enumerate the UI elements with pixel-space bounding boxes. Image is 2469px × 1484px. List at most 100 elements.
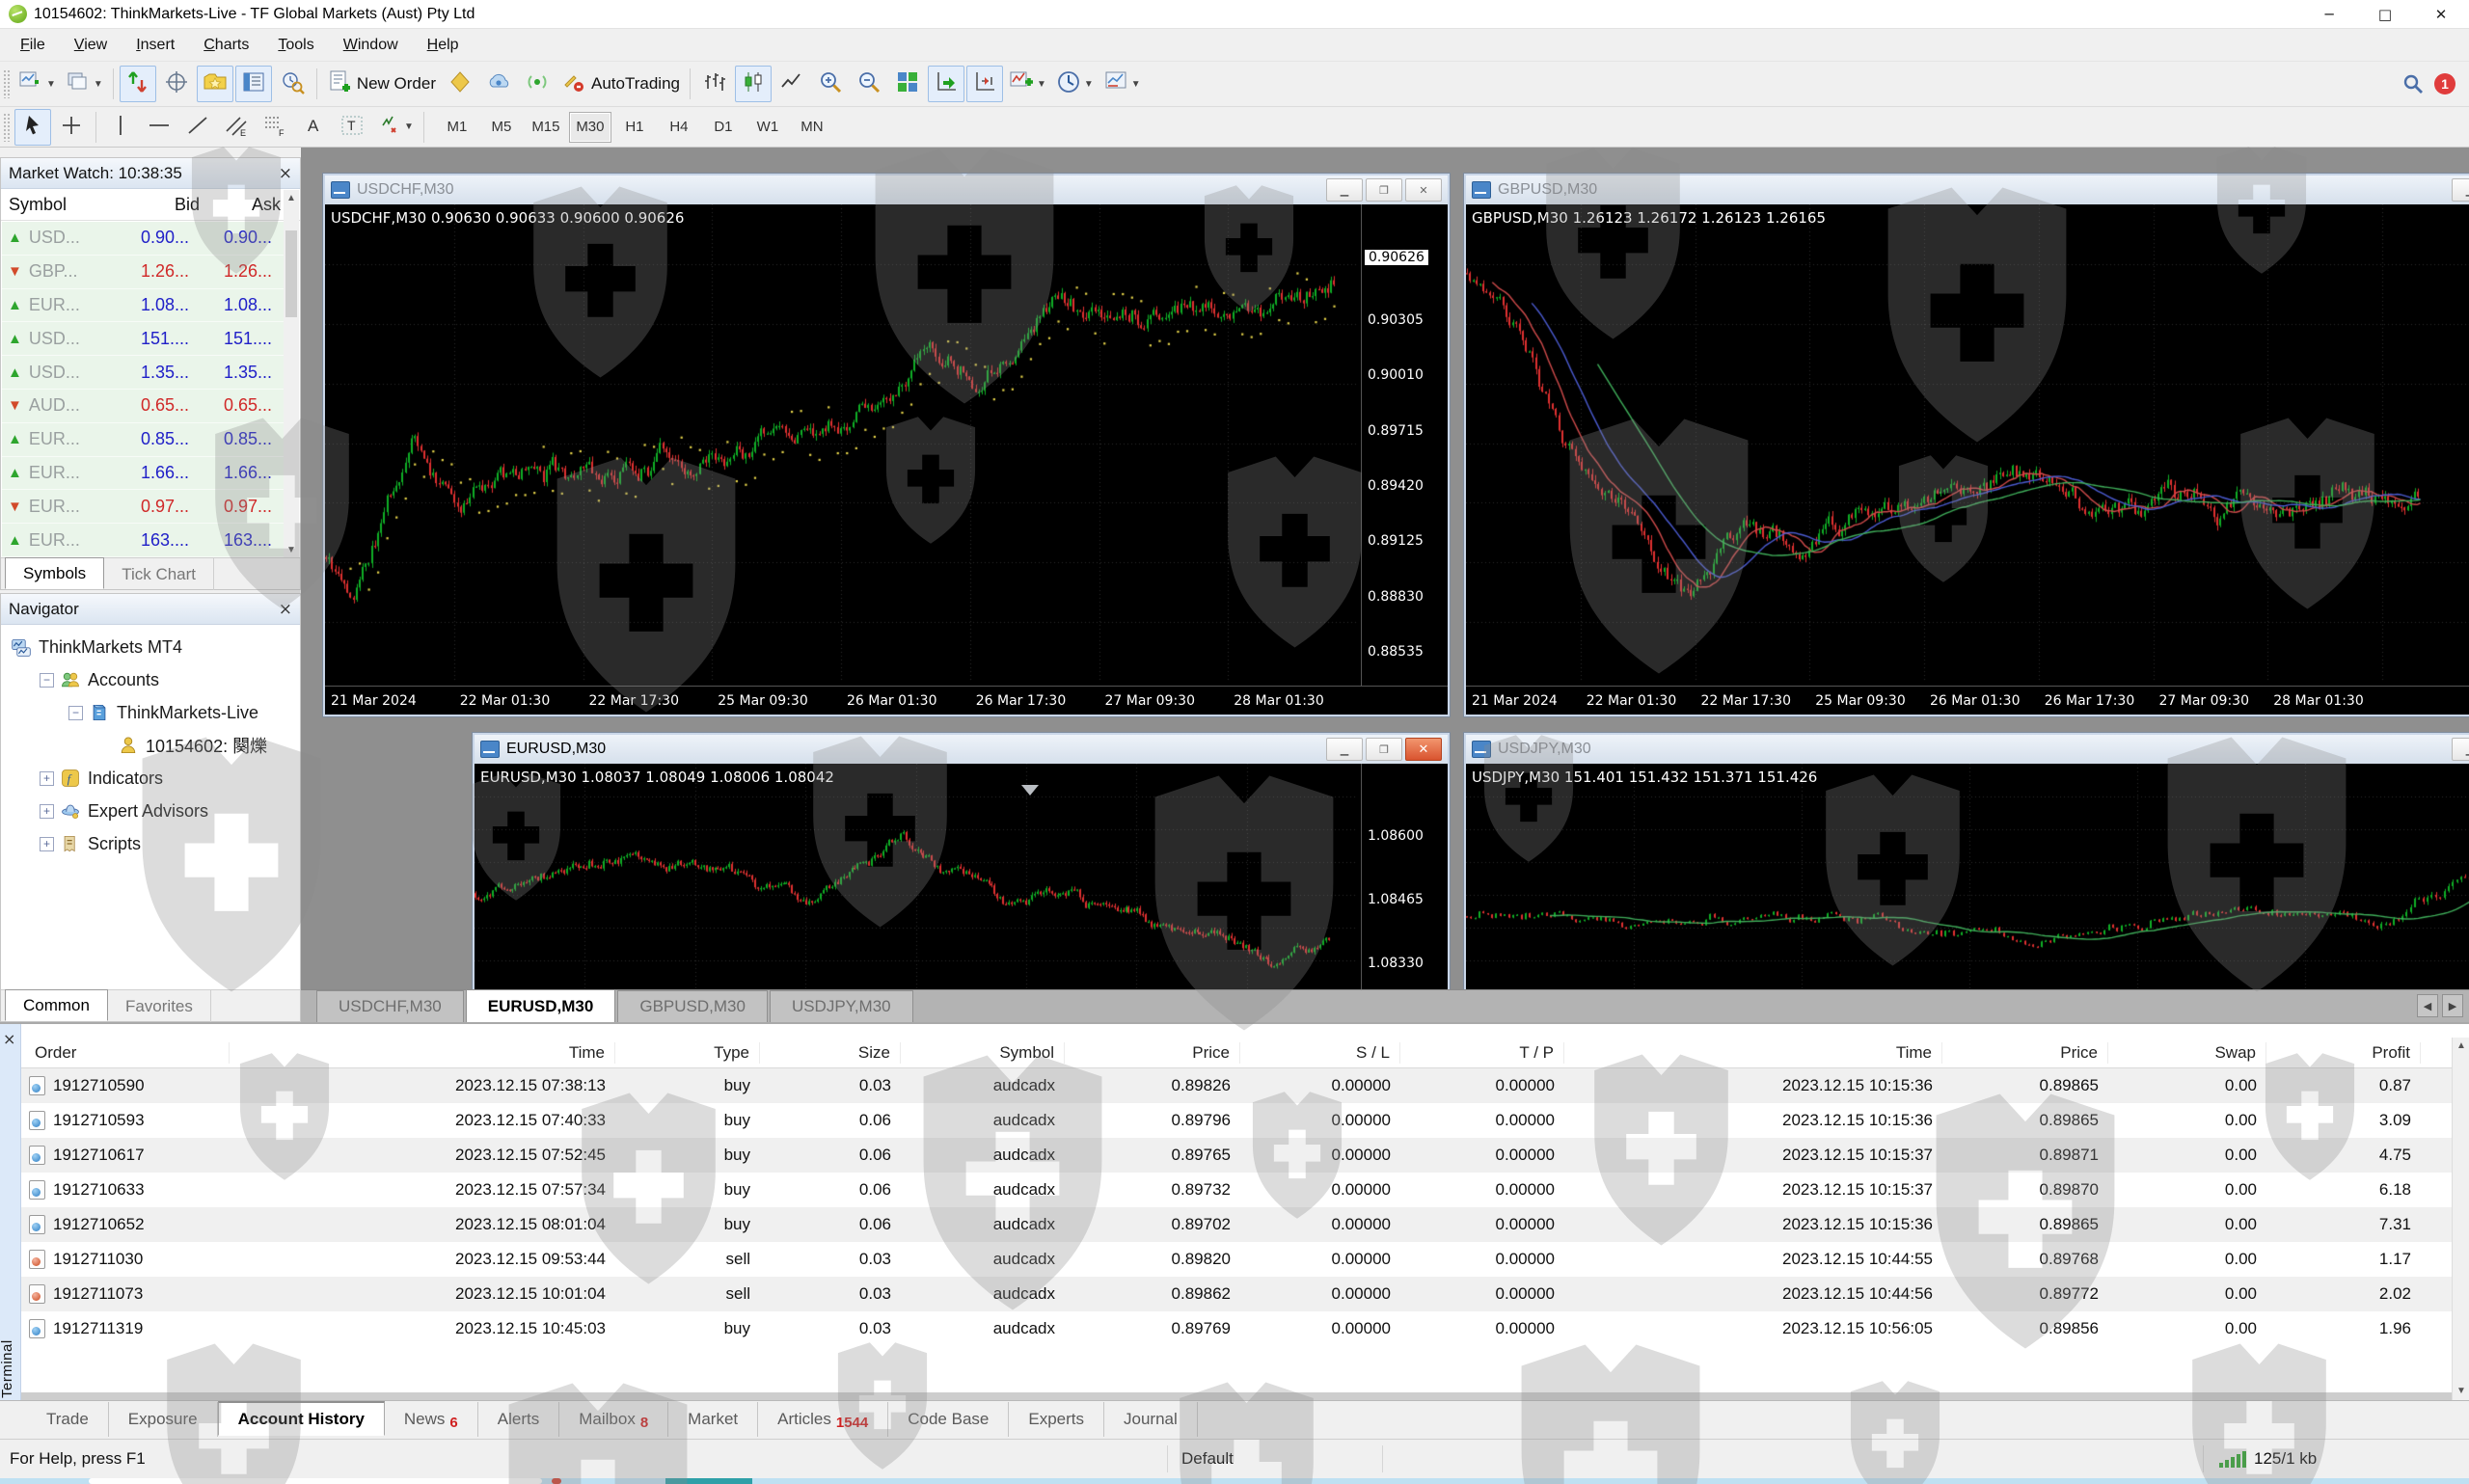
terminal-scroll-up-icon[interactable]: ▲ (2453, 1038, 2469, 1053)
text-label-button[interactable]: T (334, 109, 370, 146)
column-header-swap-2[interactable]: Swap (2108, 1042, 2266, 1064)
chart-window-usdchf[interactable]: USDCHF,M30▁❐✕USDCHF,M30 0.90630 0.90633 … (323, 174, 1450, 716)
arrows-button[interactable]: ▼ (372, 109, 418, 146)
chart-window-usdjpy[interactable]: USDJPY,M30▁USDJPY,M30 151.401 151.432 15… (1464, 733, 2469, 1022)
chart-shift-button[interactable] (966, 66, 1003, 102)
chart-plot-area[interactable]: USDCHF,M30 0.90630 0.90633 0.90600 0.906… (325, 204, 1448, 715)
terminal-tab-news[interactable]: News6 (385, 1402, 478, 1437)
terminal-tab-trade[interactable]: Trade (27, 1402, 109, 1437)
navigator-button[interactable] (197, 66, 233, 102)
tab-common[interactable]: Common (5, 989, 108, 1021)
menu-item-help[interactable]: Help (413, 33, 474, 58)
chart-close-icon[interactable]: ✕ (1405, 178, 1442, 202)
menu-item-file[interactable]: File (6, 33, 60, 58)
market-watch-row[interactable]: ▲EUR...0.85...0.85... (2, 423, 284, 457)
market-watch-row[interactable]: ▲EUR...163....163.... (2, 524, 284, 557)
column-header-type[interactable]: Type (615, 1042, 760, 1064)
column-header-symbol[interactable]: Symbol (901, 1042, 1065, 1064)
market-watch-row[interactable]: ▼AUD...0.65...0.65... (2, 390, 284, 423)
navigator-close-icon[interactable]: × (279, 600, 292, 619)
tabs-scroll-left-icon[interactable]: ◀ (2417, 994, 2438, 1017)
terminal-tab-mailbox[interactable]: Mailbox8 (559, 1402, 668, 1437)
column-header-sl[interactable]: S / L (1240, 1042, 1400, 1064)
chart-tab-gbpusd[interactable]: GBPUSD,M30 (617, 990, 768, 1022)
terminal-tab-alerts[interactable]: Alerts (478, 1402, 559, 1437)
indicators-button[interactable]: ▼ (1005, 66, 1050, 102)
chart-restore-icon[interactable]: ❐ (1366, 738, 1402, 761)
timeframe-m15-button[interactable]: M15 (525, 112, 567, 143)
order-row[interactable]: 19127110732023.12.15 10:01:04sell0.03aud… (21, 1277, 2452, 1311)
column-header-time-2[interactable]: Time (1564, 1042, 1942, 1064)
market-watch-close-icon[interactable]: × (279, 164, 292, 183)
strategy-tester-button[interactable] (274, 66, 311, 102)
terminal-tab-articles[interactable]: Articles1544 (758, 1402, 888, 1437)
signals-button[interactable] (519, 66, 556, 102)
market-watch-row[interactable]: ▼GBP...1.26...1.26... (2, 256, 284, 289)
order-row[interactable]: 19127105902023.12.15 07:38:13buy0.03audc… (21, 1068, 2452, 1103)
timeframe-h1-button[interactable]: H1 (613, 112, 656, 143)
search-icon[interactable] (2401, 72, 2425, 95)
scroll-down-icon[interactable]: ▼ (284, 542, 299, 557)
chart-tab-eurusd[interactable]: EURUSD,M30 (466, 989, 616, 1022)
chart-minimize-icon[interactable]: ▁ (2452, 738, 2469, 761)
column-header-tp[interactable]: T / P (1400, 1042, 1564, 1064)
terminal-button[interactable] (235, 66, 272, 102)
maximize-icon[interactable]: □ (2357, 0, 2413, 29)
tree-item-experts[interactable]: +Expert Advisors (1, 795, 300, 827)
terminal-scroll-down-icon[interactable]: ▼ (2453, 1383, 2469, 1398)
market-watch-row[interactable]: ▲USD...1.35...1.35... (2, 356, 284, 390)
candle-chart-button[interactable] (735, 66, 772, 102)
tree-item-server[interactable]: −ThinkMarkets-Live (1, 696, 300, 729)
tree-item-account[interactable]: 10154602: 闋爍 (1, 729, 300, 762)
tile-windows-button[interactable] (889, 66, 926, 102)
status-profile[interactable]: Default (1168, 1449, 1382, 1469)
tree-item-platform[interactable]: ThinkMarkets MT4 (1, 631, 300, 663)
tab-tick-chart[interactable]: Tick Chart (104, 558, 214, 590)
cursor-button[interactable] (14, 109, 51, 146)
collapse-icon[interactable]: − (68, 706, 83, 720)
market-watch-row[interactable]: ▼EUR...0.97...0.97... (2, 490, 284, 524)
chart-minimize-icon[interactable]: ▁ (1326, 738, 1363, 761)
terminal-tab-experts[interactable]: Experts (1009, 1402, 1104, 1437)
periods-button[interactable]: ▼ (1052, 66, 1098, 102)
order-row[interactable]: 19127110302023.12.15 09:53:44sell0.03aud… (21, 1242, 2452, 1277)
usdchf-chart-canvas[interactable] (325, 204, 1357, 682)
menu-item-charts[interactable]: Charts (189, 33, 263, 58)
usdjpy-chart-canvas[interactable] (1466, 764, 2469, 1022)
gbpusd-chart-canvas[interactable] (1466, 204, 2469, 682)
col-symbol[interactable]: Symbol (1, 195, 121, 215)
expand-icon[interactable]: + (40, 837, 54, 851)
menu-item-tools[interactable]: Tools (263, 33, 328, 58)
menu-item-view[interactable]: View (60, 33, 122, 58)
market-watch-row[interactable]: ▲USD...0.90...0.90... (2, 222, 284, 256)
chart-window-gbpusd[interactable]: GBPUSD,M30▁GBPUSD,M30 1.26123 1.26172 1.… (1464, 174, 2469, 716)
dropdown-arrow-icon[interactable]: ▼ (1131, 79, 1141, 90)
text-button[interactable]: A (295, 109, 332, 146)
dropdown-arrow-icon[interactable]: ▼ (94, 79, 103, 90)
tree-item-scripts[interactable]: +Scripts (1, 827, 300, 860)
order-row[interactable]: 19127106332023.12.15 07:57:34buy0.06audc… (21, 1173, 2452, 1207)
order-row[interactable]: 19127113192023.12.15 10:45:03buy0.03audc… (21, 1311, 2452, 1346)
chart-window-titlebar[interactable]: EURUSD,M30▁❐✕ (475, 735, 1448, 764)
fibonacci-button[interactable]: F (257, 109, 293, 146)
tabs-scroll-right-icon[interactable]: ▶ (2442, 994, 2463, 1017)
crosshair-button[interactable] (53, 109, 90, 146)
timeframe-m1-button[interactable]: M1 (436, 112, 478, 143)
data-window-button[interactable] (158, 66, 195, 102)
templates-button[interactable]: ▼ (1099, 66, 1145, 102)
column-header-order[interactable]: Order (21, 1042, 230, 1064)
scroll-up-icon[interactable]: ▲ (284, 190, 299, 205)
hline-button[interactable] (141, 109, 177, 146)
bar-chart-button[interactable] (696, 66, 733, 102)
price-axis[interactable]: 0.906260.903050.900100.897150.894200.891… (1361, 204, 1448, 686)
tree-item-indicators[interactable]: +fIndicators (1, 762, 300, 795)
chart-restore-icon[interactable]: ❐ (1366, 178, 1402, 202)
trendline-button[interactable] (179, 109, 216, 146)
chart-plot-area[interactable]: GBPUSD,M30 1.26123 1.26172 1.26123 1.261… (1466, 204, 2469, 715)
order-row[interactable]: 19127106172023.12.15 07:52:45buy0.06audc… (21, 1138, 2452, 1173)
toolbar-grip[interactable] (3, 69, 10, 98)
timeframe-h4-button[interactable]: H4 (658, 112, 700, 143)
dropdown-arrow-icon[interactable]: ▼ (1084, 79, 1094, 90)
table-header[interactable]: OrderTimeTypeSizeSymbolPriceS / LT / PTi… (21, 1038, 2452, 1068)
column-header-profit-2[interactable]: Profit (2266, 1042, 2421, 1064)
